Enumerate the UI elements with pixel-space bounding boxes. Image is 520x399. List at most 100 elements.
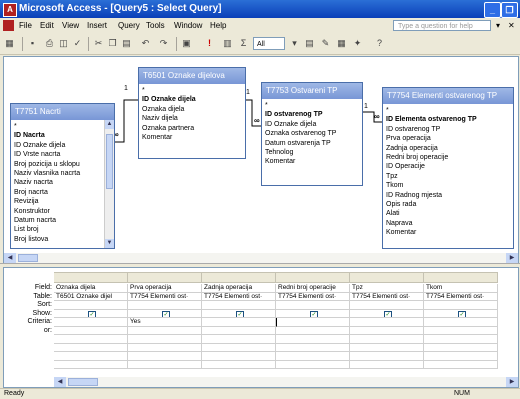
scroll-left-icon[interactable]: ◀ bbox=[54, 377, 66, 387]
field-item[interactable]: ID Operacije bbox=[386, 162, 510, 171]
criteria-cell[interactable] bbox=[202, 318, 276, 327]
empty-cell[interactable] bbox=[128, 335, 202, 344]
field-item[interactable]: ID Radnog mjesta bbox=[386, 191, 510, 200]
or-cell[interactable] bbox=[276, 326, 350, 335]
field-item[interactable]: ID Nacrta bbox=[14, 131, 111, 140]
menu-tools[interactable]: Tools bbox=[146, 21, 165, 30]
table-cell[interactable]: T7754 Elementi ost· bbox=[128, 292, 202, 301]
table-t7753-ostvareni-tp[interactable]: T7753 Ostvareni TP * ID ostvarenog TP ID… bbox=[261, 82, 363, 186]
scroll-thumb[interactable] bbox=[68, 378, 98, 386]
empty-cell[interactable] bbox=[424, 335, 498, 344]
field-item[interactable]: ID Elementa ostvarenog TP bbox=[386, 115, 510, 124]
menu-window[interactable]: Window bbox=[174, 21, 202, 30]
field-item[interactable]: Revizija bbox=[14, 197, 111, 206]
table-pane-hscrollbar[interactable]: ◀ ▶ bbox=[4, 253, 518, 263]
column-selector[interactable] bbox=[276, 272, 350, 283]
table-t7751-nacrti[interactable]: T7751 Nacrti * ID Nacrta ID Oznake dijel… bbox=[10, 103, 115, 249]
menu-help[interactable]: Help bbox=[210, 21, 226, 30]
column-selector[interactable] bbox=[202, 272, 276, 283]
sort-cell[interactable] bbox=[424, 301, 498, 310]
sort-cell[interactable] bbox=[350, 301, 424, 310]
show-checkbox[interactable]: ✓ bbox=[310, 310, 318, 318]
field-item[interactable]: Komentar bbox=[386, 228, 510, 237]
empty-cell[interactable] bbox=[128, 352, 202, 361]
column-selector[interactable] bbox=[128, 272, 202, 283]
field-cell[interactable]: Prva operacija bbox=[128, 284, 202, 293]
field-item[interactable]: ID ostvarenog TP bbox=[265, 110, 359, 119]
field-item[interactable]: Zadnja operacija bbox=[386, 144, 510, 153]
field-item[interactable]: * bbox=[265, 101, 359, 110]
criteria-cell-active[interactable] bbox=[276, 318, 350, 327]
table-title[interactable]: T7753 Ostvareni TP bbox=[262, 83, 362, 99]
query-grid-hscrollbar[interactable]: ◀ ▶ bbox=[54, 377, 518, 387]
build-icon[interactable]: ✎ bbox=[320, 38, 331, 49]
empty-cell[interactable] bbox=[276, 360, 350, 369]
empty-cell[interactable] bbox=[276, 352, 350, 361]
scroll-left-icon[interactable]: ◀ bbox=[4, 253, 16, 263]
top-values-dropdown-icon[interactable]: ▾ bbox=[289, 38, 300, 49]
field-item[interactable]: Naprava bbox=[386, 219, 510, 228]
scroll-right-icon[interactable]: ▶ bbox=[506, 253, 518, 263]
table-t7754-elementi-ostvarenog-tp[interactable]: T7754 Elementi ostvarenog TP * ID Elemen… bbox=[382, 87, 514, 249]
table-cell[interactable]: T7754 Elementi ost· bbox=[424, 292, 498, 301]
field-item[interactable]: * bbox=[142, 86, 242, 95]
menu-file[interactable]: File bbox=[19, 21, 32, 30]
properties-icon[interactable]: ▤ bbox=[304, 38, 315, 49]
paste-icon[interactable]: ▤ bbox=[121, 38, 132, 49]
empty-cell[interactable] bbox=[350, 360, 424, 369]
empty-cell[interactable] bbox=[424, 360, 498, 369]
criteria-cell[interactable] bbox=[424, 318, 498, 327]
field-item[interactable]: * bbox=[386, 106, 510, 115]
empty-cell[interactable] bbox=[424, 352, 498, 361]
access-app-icon[interactable]: A bbox=[3, 3, 17, 17]
empty-cell[interactable] bbox=[276, 335, 350, 344]
column-selector[interactable] bbox=[54, 272, 128, 283]
or-cell[interactable] bbox=[350, 326, 424, 335]
show-checkbox[interactable]: ✓ bbox=[162, 310, 170, 318]
view-icon[interactable]: ▦ bbox=[4, 38, 15, 49]
empty-cell[interactable] bbox=[202, 352, 276, 361]
field-item[interactable]: Opis rada bbox=[386, 200, 510, 209]
field-item[interactable]: Naziv vlasnika nacrta bbox=[14, 169, 111, 178]
empty-cell[interactable] bbox=[54, 352, 128, 361]
field-item[interactable]: ID ostvarenog TP bbox=[386, 125, 510, 134]
database-icon[interactable] bbox=[3, 20, 14, 31]
field-item[interactable]: Oznaka dijela bbox=[142, 105, 242, 114]
query-grid[interactable]: Field: Table: Sort: Show: Criteria: or: … bbox=[3, 267, 519, 388]
help-dropdown-icon[interactable]: ▾ bbox=[496, 21, 500, 30]
field-item[interactable]: ID Oznake dijela bbox=[14, 141, 111, 150]
field-cell[interactable]: Tpz bbox=[350, 284, 424, 293]
sort-cell[interactable] bbox=[202, 301, 276, 310]
field-cell[interactable]: Tkom bbox=[424, 284, 498, 293]
show-checkbox[interactable]: ✓ bbox=[384, 310, 392, 318]
field-item[interactable]: Konstruktor bbox=[14, 207, 111, 216]
empty-cell[interactable] bbox=[54, 343, 128, 352]
document-close-icon[interactable]: ✕ bbox=[508, 21, 515, 30]
top-values-select[interactable]: All bbox=[253, 37, 285, 50]
table-cell[interactable]: T7754 Elementi ost· bbox=[350, 292, 424, 301]
spelling-icon[interactable]: ✓ bbox=[72, 38, 83, 49]
field-item[interactable]: Oznaka ostvarenog TP bbox=[265, 129, 359, 138]
sort-cell[interactable] bbox=[54, 301, 128, 310]
empty-cell[interactable] bbox=[202, 343, 276, 352]
menu-query[interactable]: Query bbox=[118, 21, 140, 30]
field-item[interactable]: ID Oznake dijela bbox=[265, 120, 359, 129]
menu-view[interactable]: View bbox=[62, 21, 79, 30]
totals-icon[interactable]: Σ bbox=[238, 38, 249, 49]
empty-cell[interactable] bbox=[350, 335, 424, 344]
scroll-thumb[interactable] bbox=[18, 254, 38, 262]
sort-cell[interactable] bbox=[276, 301, 350, 310]
empty-cell[interactable] bbox=[54, 360, 128, 369]
field-item[interactable]: ID Vrste nacrta bbox=[14, 150, 111, 159]
undo-icon[interactable]: ↶ bbox=[140, 38, 151, 49]
table-title[interactable]: T7751 Nacrti bbox=[11, 104, 114, 120]
table-title[interactable]: T6501 Oznake dijelova bbox=[139, 68, 245, 84]
save-icon[interactable]: ▪ bbox=[27, 38, 38, 49]
field-cell[interactable]: Oznaka dijela bbox=[54, 284, 128, 293]
field-cell[interactable]: Redni broj operacije bbox=[276, 284, 350, 293]
menu-edit[interactable]: Edit bbox=[40, 21, 54, 30]
field-item[interactable]: Prva operacija bbox=[386, 134, 510, 143]
criteria-cell[interactable]: Yes bbox=[128, 318, 202, 327]
field-item[interactable]: * bbox=[14, 122, 111, 131]
field-item[interactable]: Datum nacrta bbox=[14, 216, 111, 225]
